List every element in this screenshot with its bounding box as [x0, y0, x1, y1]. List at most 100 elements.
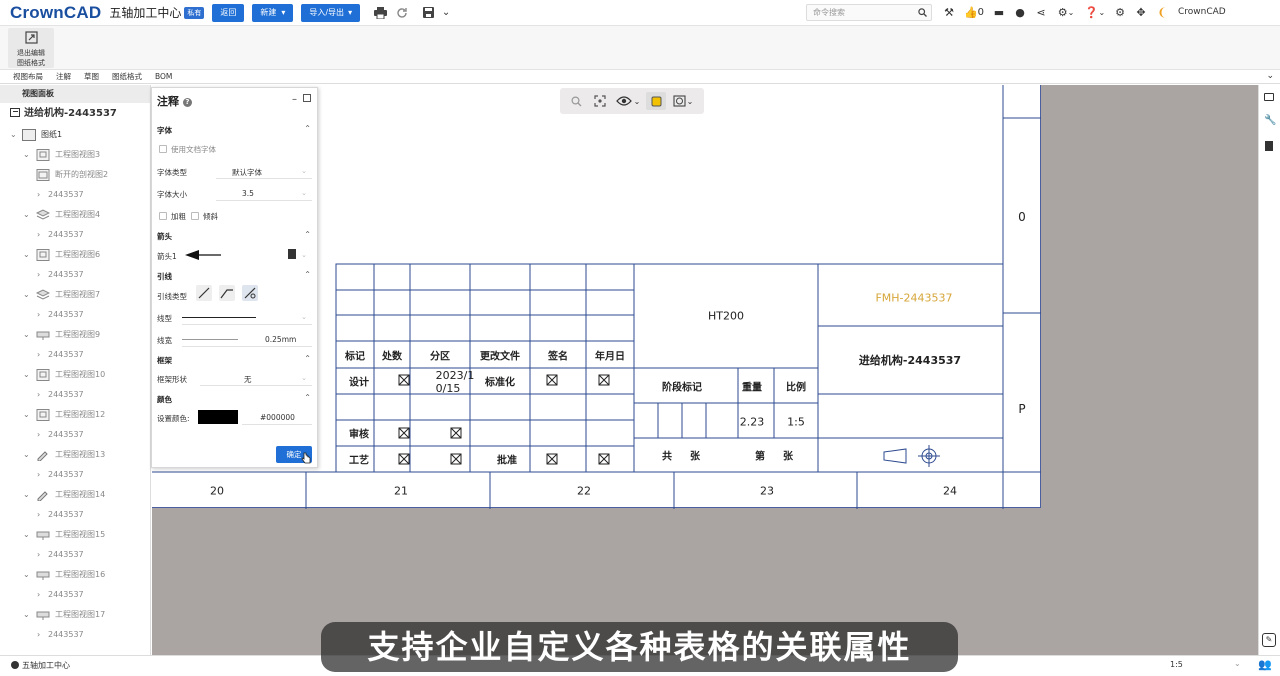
- chat-icon[interactable]: ●: [1013, 4, 1027, 20]
- chevron-down-icon[interactable]: ⌄: [1234, 659, 1241, 668]
- italic-checkbox[interactable]: [191, 212, 199, 220]
- tools-icon[interactable]: ⚒: [942, 4, 956, 20]
- chevron-down-icon[interactable]: ⌄: [23, 485, 30, 505]
- chevron-right-icon[interactable]: ›: [37, 545, 40, 565]
- leader-straight-icon[interactable]: [196, 285, 212, 301]
- tree-part-item[interactable]: › 2443537: [0, 345, 150, 365]
- tab-sheet-format[interactable]: 图纸格式: [112, 71, 142, 82]
- font-type-select[interactable]: 默认字体: [232, 167, 262, 178]
- tree-view-item[interactable]: ⌄ 工程图视图14: [0, 485, 150, 505]
- frame-section-header[interactable]: 框架: [157, 355, 172, 366]
- like-button[interactable]: 👍 0: [963, 4, 985, 20]
- pop-out-icon[interactable]: [303, 94, 311, 102]
- settings-menu[interactable]: ⚙ ⌄: [1055, 4, 1077, 20]
- leader-bent-icon[interactable]: [219, 285, 235, 301]
- fullscreen-icon[interactable]: ✥: [1134, 4, 1148, 20]
- help-icon[interactable]: ?: [182, 98, 192, 107]
- users-icon[interactable]: 👥: [1258, 658, 1272, 671]
- chevron-down-icon[interactable]: ⌄: [23, 325, 30, 345]
- tree-view-item[interactable]: ⌄ 工程图视图7: [0, 285, 150, 305]
- back-button[interactable]: 返回: [212, 3, 245, 22]
- frame-shape-select[interactable]: 无: [244, 374, 252, 385]
- chevron-right-icon[interactable]: ›: [37, 625, 40, 645]
- tree-view-item[interactable]: ⌄ 工程图视图17: [0, 605, 150, 625]
- crowncad-logo[interactable]: CrownCAD: [10, 3, 101, 23]
- share-icon[interactable]: ⋖: [1034, 4, 1048, 20]
- use-document-font-checkbox[interactable]: [159, 145, 167, 153]
- font-section-header[interactable]: 字体: [157, 125, 172, 136]
- wrench-icon[interactable]: 🔧: [1264, 115, 1276, 126]
- tree-view-item[interactable]: ⌄ 工程图视图4: [0, 205, 150, 225]
- color-swatch[interactable]: [198, 410, 238, 424]
- book-icon[interactable]: [1265, 141, 1273, 151]
- chevron-right-icon[interactable]: ›: [37, 505, 40, 525]
- save-icon[interactable]: [420, 5, 436, 21]
- help-menu[interactable]: ❓ ⌄: [1084, 4, 1106, 20]
- new-button[interactable]: 新建 ▾: [252, 3, 294, 22]
- chevron-right-icon[interactable]: ›: [37, 305, 40, 325]
- print-icon[interactable]: [372, 5, 388, 21]
- fit-view-icon[interactable]: [590, 92, 610, 110]
- chevron-down-icon[interactable]: ⌄: [1266, 71, 1274, 81]
- chevron-down-icon[interactable]: ⌄: [438, 5, 454, 21]
- scale-select[interactable]: 1:5: [1170, 660, 1183, 669]
- chevron-down-icon[interactable]: ⌄: [23, 405, 30, 425]
- chevron-down-icon[interactable]: ⌄: [23, 245, 30, 265]
- tree-view-item[interactable]: ⌄ 工程图视图6: [0, 245, 150, 265]
- line-width-value[interactable]: 0.25mm: [265, 335, 296, 344]
- toggle-icon[interactable]: ▬: [992, 4, 1006, 20]
- chevron-up-icon[interactable]: ⌃: [304, 354, 311, 363]
- user-name[interactable]: CrownCAD: [1178, 7, 1226, 17]
- tree-part-item[interactable]: › 2443537: [0, 425, 150, 445]
- tree-part-item[interactable]: › 2443537: [0, 305, 150, 325]
- chevron-right-icon[interactable]: ›: [37, 465, 40, 485]
- line-type-preview[interactable]: [182, 317, 256, 318]
- project-name[interactable]: 五轴加工中心: [22, 660, 70, 671]
- tree-part-item[interactable]: › 2443537: [0, 545, 150, 565]
- chevron-down-icon[interactable]: ⌄: [23, 285, 30, 305]
- tree-part-item[interactable]: › 2443537: [0, 585, 150, 605]
- tree-root[interactable]: 进给机构-2443537: [0, 103, 150, 125]
- tree-view-item[interactable]: ⌄ 工程图视图9: [0, 325, 150, 345]
- tree-view-item[interactable]: ⌄ 工程图视图13: [0, 445, 150, 465]
- color-section-header[interactable]: 颜色: [157, 394, 172, 405]
- crowncad-avatar-icon[interactable]: ❨: [1155, 4, 1169, 20]
- chevron-down-icon[interactable]: ⌄: [23, 445, 30, 465]
- chevron-down-icon[interactable]: ⌄: [23, 605, 30, 625]
- tab-view-layout[interactable]: 视图布局: [13, 71, 43, 82]
- chevron-down-icon[interactable]: ⌄: [23, 525, 30, 545]
- chevron-down-icon[interactable]: ⌄: [23, 565, 30, 585]
- chevron-down-icon[interactable]: ⌄: [23, 205, 30, 225]
- zoom-icon[interactable]: [566, 92, 586, 110]
- section-view-icon[interactable]: ⌄: [670, 92, 696, 110]
- chevron-down-icon[interactable]: ⌄: [23, 365, 30, 385]
- tree-part-item[interactable]: › 2443537: [0, 185, 150, 205]
- color-hex-value[interactable]: #000000: [260, 413, 295, 422]
- visibility-icon[interactable]: ⌄: [614, 92, 642, 110]
- tab-sketch[interactable]: 草图: [84, 71, 99, 82]
- command-search-input[interactable]: 命令搜索: [806, 4, 932, 21]
- tree-view-item[interactable]: ⌄ 工程图视图12: [0, 405, 150, 425]
- tree-part-item[interactable]: › 2443537: [0, 385, 150, 405]
- chevron-right-icon[interactable]: ›: [37, 585, 40, 605]
- edit-note-icon[interactable]: ✎: [1262, 633, 1276, 647]
- chevron-down-icon[interactable]: ⌄: [23, 145, 30, 165]
- chevron-up-icon[interactable]: ⌃: [304, 124, 311, 133]
- tree-part-item[interactable]: 断开的剖视图2: [0, 165, 150, 185]
- tree-part-item[interactable]: › 2443537: [0, 265, 150, 285]
- import-export-button[interactable]: 导入/导出 ▾: [301, 3, 361, 22]
- line-width-preview[interactable]: [182, 339, 238, 340]
- display-mode-icon[interactable]: [646, 92, 666, 110]
- chevron-up-icon[interactable]: ⌃: [304, 230, 311, 239]
- exit-edit-sheet-format-button[interactable]: 退出编辑 图纸格式: [8, 28, 54, 68]
- leader-none-icon[interactable]: [242, 285, 258, 301]
- tab-annotation[interactable]: 注解: [56, 71, 71, 82]
- font-size-select[interactable]: 3.5: [242, 189, 254, 198]
- tree-part-item[interactable]: › 2443537: [0, 625, 150, 645]
- tree-view-item[interactable]: ⌄ 工程图视图16: [0, 565, 150, 585]
- file-icon[interactable]: [288, 249, 296, 259]
- tree-sheet[interactable]: ⌄ 图纸1: [0, 125, 150, 145]
- gear-icon[interactable]: ⚙: [1113, 4, 1127, 20]
- leader-section-header[interactable]: 引线: [157, 271, 172, 282]
- tree-part-item[interactable]: › 2443537: [0, 465, 150, 485]
